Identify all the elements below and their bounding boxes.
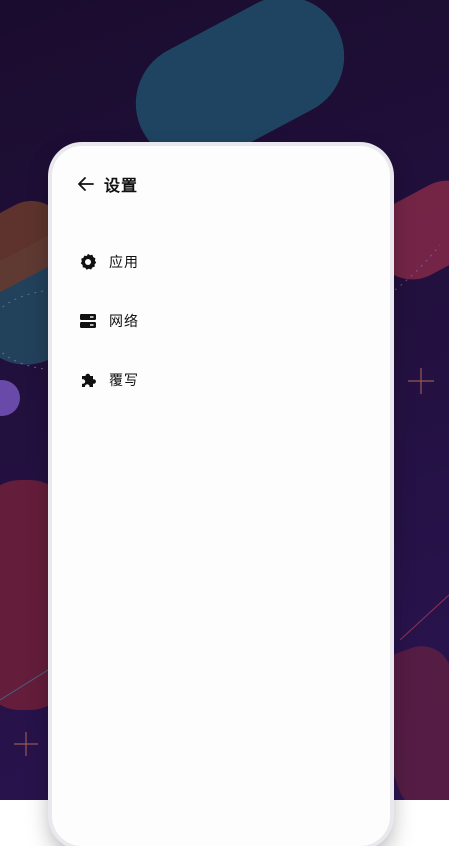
gear-icon [78,252,98,272]
menu-item-network[interactable]: 网络 [78,291,368,350]
arrow-left-icon [78,177,94,191]
settings-panel: 设置 应用 网络 覆写 [52,146,390,846]
menu-item-label: 应用 [109,254,139,271]
puzzle-icon [78,370,98,390]
server-icon [78,311,98,331]
page-title: 设置 [104,176,139,195]
back-button[interactable] [76,174,96,194]
menu-item-apps[interactable]: 应用 [78,232,368,291]
settings-menu: 应用 网络 覆写 [78,232,368,409]
menu-item-label: 覆写 [109,372,139,389]
menu-item-label: 网络 [109,313,139,330]
settings-header: 设置 [76,172,138,196]
menu-item-override[interactable]: 覆写 [78,350,368,409]
